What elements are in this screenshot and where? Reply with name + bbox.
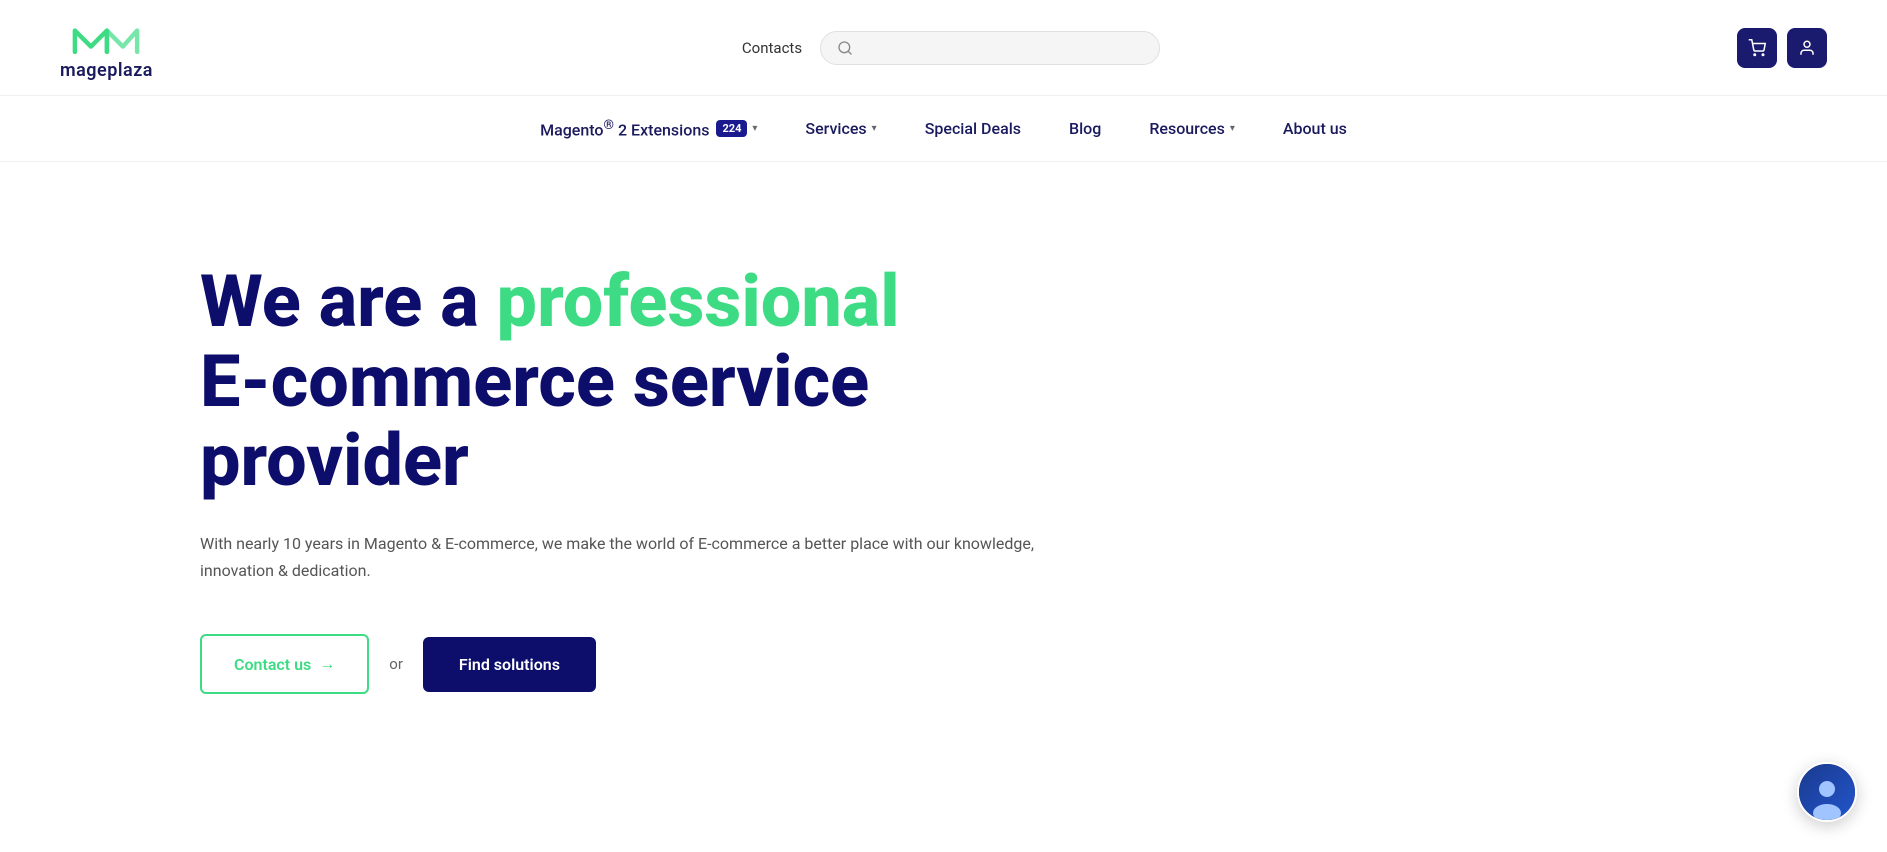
nav-link-extensions[interactable]: Magento® 2 Extensions 224 ▾ [516,96,781,161]
search-input[interactable] [861,40,1143,56]
cart-icon [1748,39,1766,57]
nav-label-special-deals: Special Deals [925,119,1021,138]
nav-link-services[interactable]: Services ▾ [781,97,900,160]
header: mageplaza Contacts [0,0,1887,96]
nav-item-resources: Resources ▾ [1125,97,1259,160]
chevron-down-icon-resources: ▾ [1230,123,1235,134]
contacts-link[interactable]: Contacts [730,33,814,63]
hero-subtext: With nearly 10 years in Magento & E-comm… [200,530,1060,584]
nav-label-services: Services [805,119,866,138]
chevron-down-icon: ▾ [752,123,757,134]
nav-link-resources[interactable]: Resources ▾ [1125,97,1259,160]
find-solutions-label: Find solutions [459,655,560,674]
hero-heading-part1: We are a [200,259,497,344]
nav-label-extensions: Magento® 2 Extensions [540,118,709,139]
logo-text: mageplaza [60,60,153,81]
cart-button[interactable] [1737,28,1777,68]
header-right [1737,28,1827,68]
nav-link-special-deals[interactable]: Special Deals [901,97,1045,160]
hero-heading: We are a professional E-commerce service… [200,262,1687,500]
nav-badge-extensions: 224 [716,120,747,137]
user-icon [1798,39,1816,57]
search-icon [837,40,853,56]
arrow-icon: → [319,654,335,674]
search-bar[interactable] [820,31,1160,65]
nav-label-resources: Resources [1149,119,1225,138]
nav-item-services: Services ▾ [781,97,900,160]
hero-heading-part3: provider [200,418,469,503]
contact-us-label: Contact us [234,655,311,674]
nav-label-blog: Blog [1069,119,1101,138]
hero-buttons: Contact us → or Find solutions [200,634,1687,694]
nav-label-about: About us [1283,119,1347,138]
nav-item-blog: Blog [1045,97,1125,160]
hero-heading-highlight: professional [497,259,900,344]
nav-link-about[interactable]: About us [1259,97,1371,160]
contact-us-button[interactable]: Contact us → [200,634,369,694]
chat-widget[interactable] [1797,762,1857,822]
chat-avatar [1799,764,1855,820]
user-button[interactable] [1787,28,1827,68]
nav-bar: Magento® 2 Extensions 224 ▾ Services ▾ S… [0,96,1887,162]
nav-item-special-deals: Special Deals [901,97,1045,160]
nav-link-blog[interactable]: Blog [1045,97,1125,160]
logo[interactable]: mageplaza [60,14,153,81]
hero-heading-part2: E-commerce service [200,339,869,424]
or-separator: or [389,655,403,673]
find-solutions-button[interactable]: Find solutions [423,637,596,692]
nav-items: Magento® 2 Extensions 224 ▾ Services ▾ S… [516,96,1371,161]
nav-item-about: About us [1259,97,1371,160]
header-center: Contacts [730,31,1160,65]
nav-item-extensions: Magento® 2 Extensions 224 ▾ [516,96,781,161]
logo-icon [66,14,146,64]
hero-section: We are a professional E-commerce service… [0,162,1887,774]
chevron-down-icon-services: ▾ [872,123,877,134]
